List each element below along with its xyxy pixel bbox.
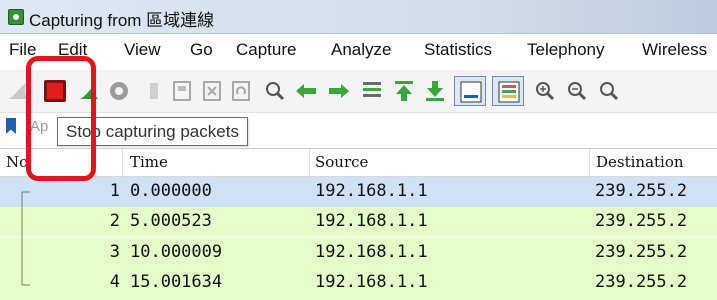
window-titlebar: Capturing from 區域連線 [0, 0, 717, 34]
column-separator[interactable] [122, 149, 123, 176]
stop-capture-tooltip: Stop capturing packets [57, 117, 248, 146]
go-first-icon[interactable] [392, 79, 416, 103]
column-separator[interactable] [309, 149, 310, 176]
packet-time: 10.000009 [130, 242, 223, 262]
packet-destination: 239.255.2 [595, 272, 688, 292]
packet-source: 192.168.1.1 [315, 242, 428, 262]
zoom-out-icon[interactable] [565, 79, 589, 103]
column-time[interactable]: Time [130, 153, 168, 171]
menu-bar: File Edit View Go Capture Analyze Statis… [0, 34, 717, 68]
packet-time: 15.001634 [130, 272, 223, 292]
packet-source: 192.168.1.1 [315, 181, 428, 201]
shark-fin-icon[interactable] [6, 79, 30, 103]
find-packet-icon[interactable] [263, 79, 287, 103]
packet-destination: 239.255.2 [595, 211, 688, 231]
packet-time: 0.000000 [130, 181, 212, 201]
packet-source: 192.168.1.1 [315, 211, 428, 231]
go-to-packet-icon[interactable] [360, 79, 384, 103]
menu-view[interactable]: View [124, 40, 161, 60]
menu-edit[interactable]: Edit [58, 40, 87, 60]
go-forward-icon[interactable] [327, 79, 351, 103]
save-file-icon[interactable] [170, 79, 194, 103]
stop-capture-icon[interactable] [43, 79, 67, 103]
packet-row[interactable]: 2 5.000523 192.168.1.1 239.255.2 [0, 207, 717, 237]
window-title: Capturing from 區域連線 [29, 11, 215, 30]
packet-list-header: No. Time Source Destination [0, 149, 717, 177]
column-source[interactable]: Source [315, 153, 368, 171]
capture-options-icon[interactable] [107, 79, 131, 103]
autoscroll-icon[interactable] [454, 76, 486, 106]
conversation-tree-lines [21, 191, 30, 286]
colorize-icon[interactable] [492, 76, 524, 106]
packet-row[interactable]: 3 10.000009 192.168.1.1 239.255.2 [0, 238, 717, 268]
close-file-icon[interactable] [200, 79, 224, 103]
reload-file-icon[interactable] [229, 79, 253, 103]
column-destination[interactable]: Destination [596, 153, 684, 171]
packet-source: 192.168.1.1 [315, 272, 428, 292]
bookmark-icon[interactable] [6, 118, 16, 134]
zoom-in-icon[interactable] [533, 79, 557, 103]
zoom-normal-icon[interactable] [597, 79, 621, 103]
open-file-icon[interactable] [142, 79, 166, 103]
menu-analyze[interactable]: Analyze [331, 40, 391, 60]
packet-time: 5.000523 [130, 211, 212, 231]
menu-telephony[interactable]: Telephony [527, 40, 605, 60]
column-separator[interactable] [589, 149, 590, 176]
menu-file[interactable]: File [9, 40, 36, 60]
go-last-icon[interactable] [423, 79, 447, 103]
menu-capture[interactable]: Capture [236, 40, 296, 60]
column-no[interactable]: No. [6, 153, 33, 171]
main-toolbar [0, 70, 717, 113]
packet-row[interactable]: 4 15.001634 192.168.1.1 239.255.2 [0, 268, 717, 300]
menu-wireless[interactable]: Wireless [642, 40, 707, 60]
packet-destination: 239.255.2 [595, 242, 688, 262]
restart-capture-icon[interactable] [76, 79, 100, 103]
filter-placeholder: Ap [30, 118, 49, 135]
menu-go[interactable]: Go [190, 40, 213, 60]
packet-row[interactable]: 1 0.000000 192.168.1.1 239.255.2 [0, 177, 717, 207]
go-back-icon[interactable] [294, 79, 318, 103]
packet-destination: 239.255.2 [595, 181, 688, 201]
wireshark-app-icon [8, 9, 24, 25]
menu-statistics[interactable]: Statistics [424, 40, 492, 60]
